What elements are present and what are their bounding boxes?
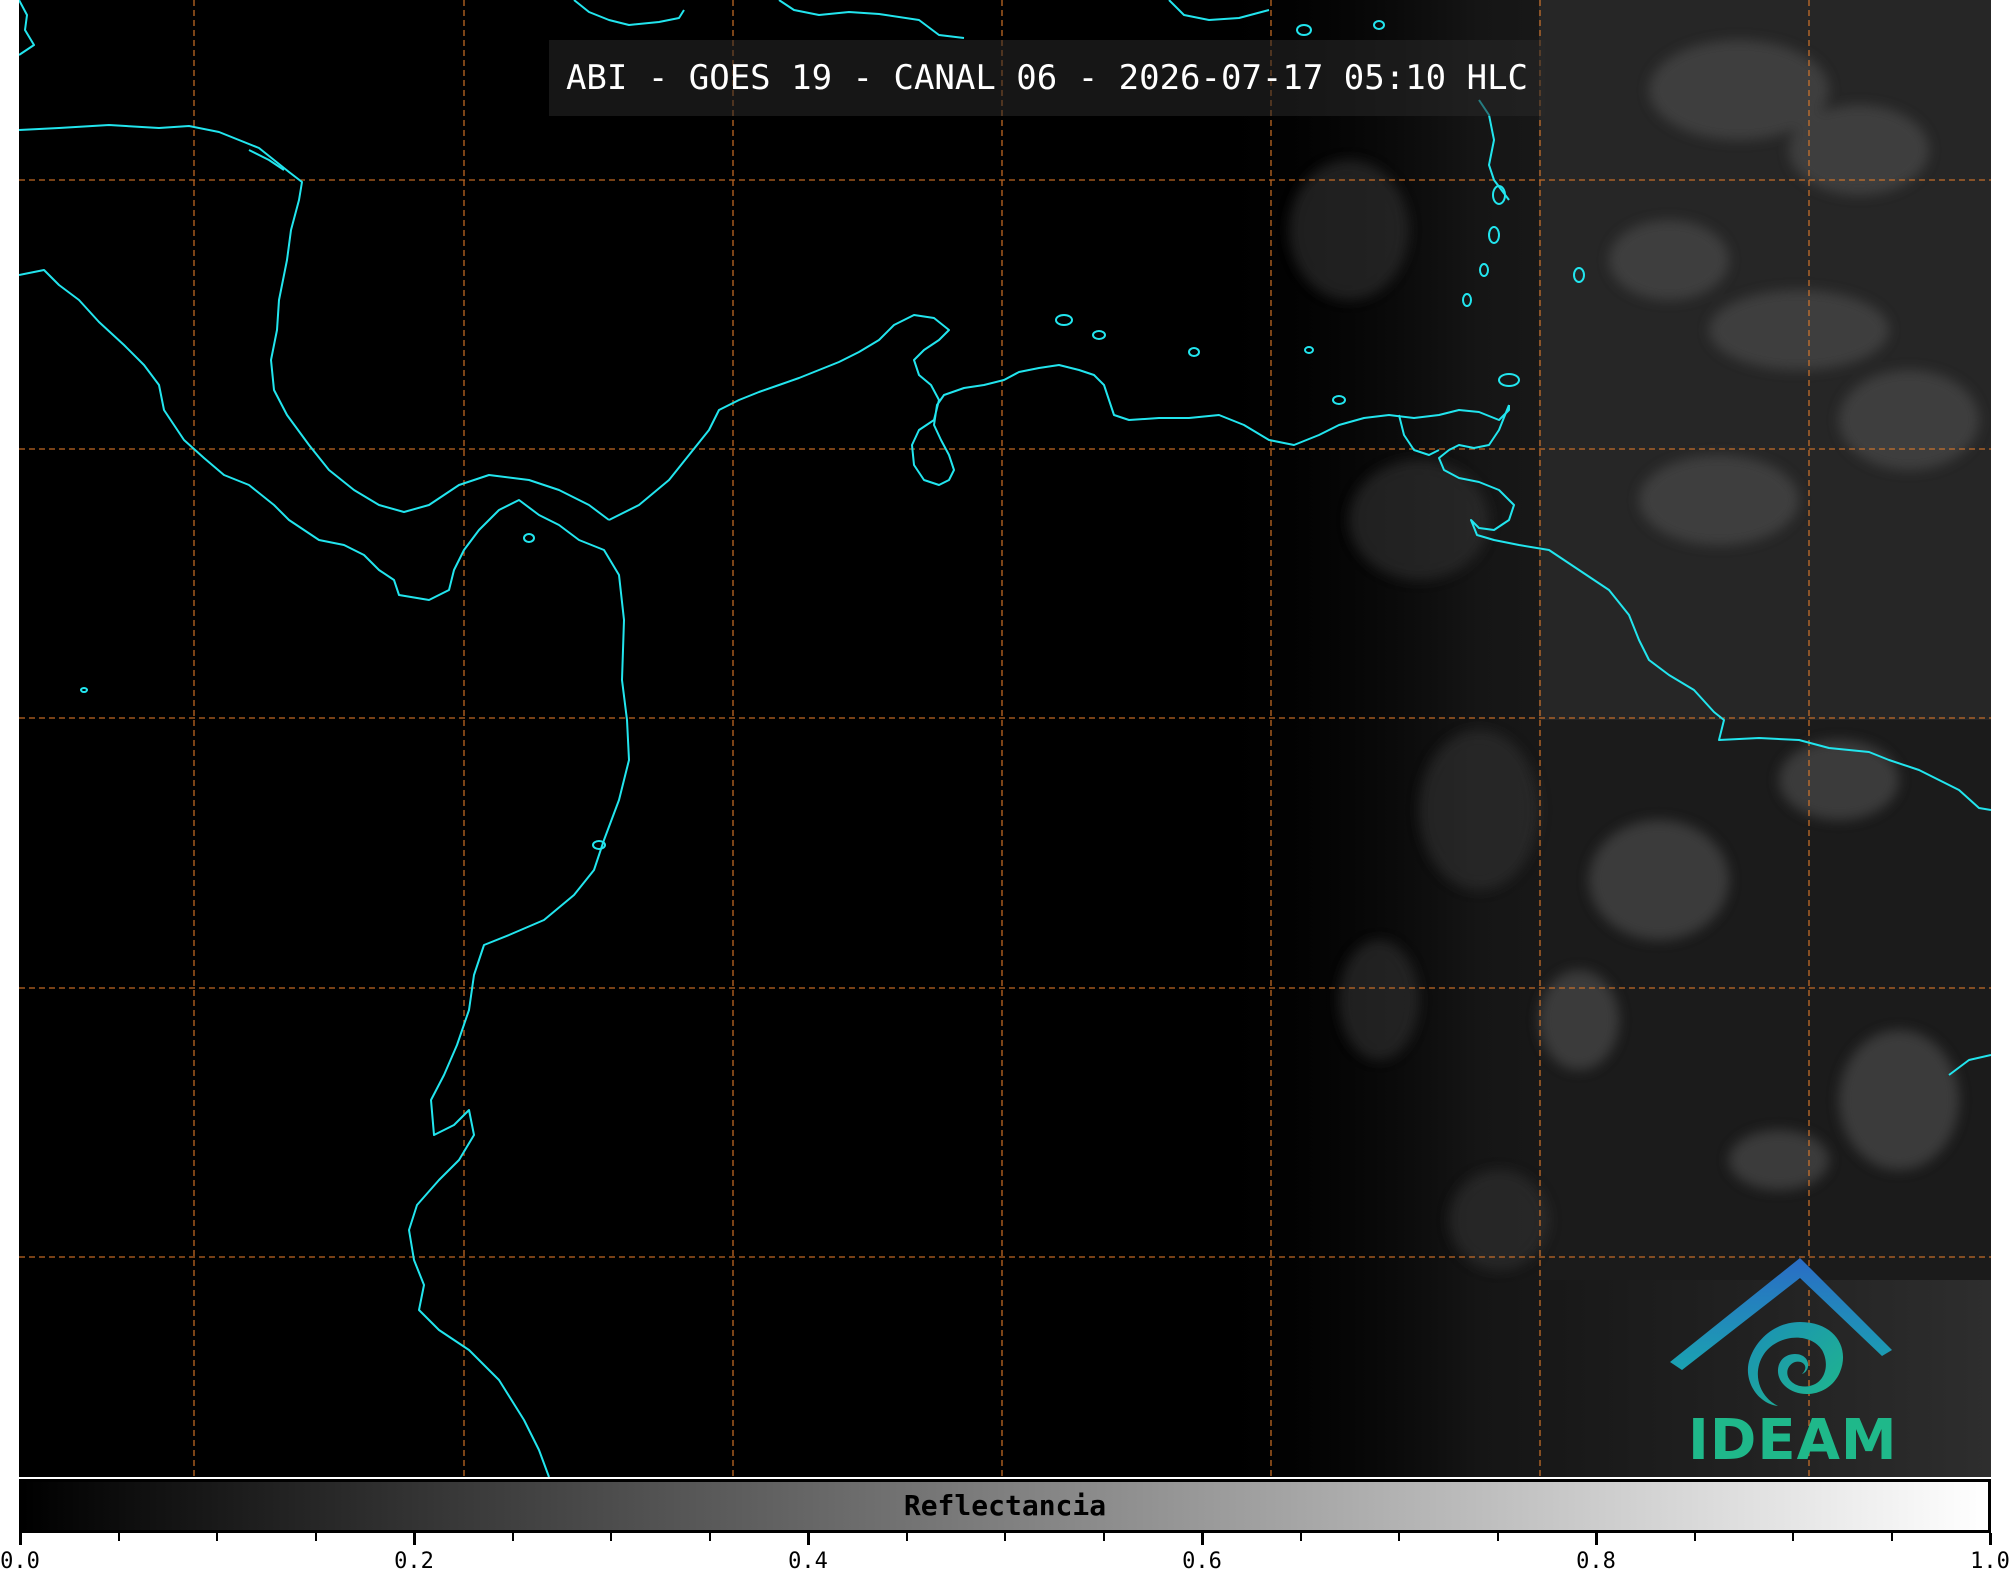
colorbar-minor-tick	[216, 1533, 218, 1541]
colorbar-tick-label: 0.0	[0, 1549, 40, 1574]
colorbar-minor-tick	[708, 1533, 711, 1541]
colorbar-major-tick	[18, 1533, 22, 1545]
colorbar-minor-tick	[1102, 1533, 1105, 1541]
colorbar-tick-label: 0.6	[1182, 1549, 1222, 1574]
colorbar-minor-tick	[1792, 1533, 1794, 1541]
colorbar-tick-label: 0.8	[1576, 1549, 1616, 1574]
colorbar-ticks: 0.0 0.2 0.4 0.6 0.8 1.0	[0, 1533, 2011, 1577]
colorbar-major-tick	[1200, 1533, 1204, 1545]
colorbar-minor-tick	[1299, 1533, 1302, 1541]
colorbar-tick-label: 0.4	[788, 1549, 828, 1574]
colorbar-major-tick	[1594, 1533, 1598, 1545]
reflectance-colorbar: Reflectancia	[19, 1479, 1991, 1533]
colorbar-minor-tick	[1693, 1533, 1696, 1541]
colorbar-minor-tick	[1004, 1533, 1006, 1541]
colorbar-minor-tick	[1398, 1533, 1400, 1541]
colorbar-major-tick	[412, 1533, 416, 1545]
colorbar-minor-tick	[314, 1533, 317, 1541]
colorbar-minor-tick	[117, 1533, 120, 1541]
colorbar-major-tick	[1988, 1533, 1992, 1545]
colorbar-minor-tick	[905, 1533, 908, 1541]
colorbar-minor-tick	[1890, 1533, 1893, 1541]
colorbar-tick-label: 1.0	[1970, 1549, 2010, 1574]
map-title: ABI - GOES 19 - CANAL 06 - 2026-07-17 05…	[565, 58, 1529, 98]
colorbar-tick-label: 0.2	[394, 1549, 434, 1574]
colorbar-minor-tick	[610, 1533, 612, 1541]
colorbar-major-tick	[806, 1533, 810, 1545]
title-panel: ABI - GOES 19 - CANAL 06 - 2026-07-17 05…	[549, 40, 1545, 116]
colorbar-minor-tick	[511, 1533, 514, 1541]
colorbar-minor-tick	[1496, 1533, 1499, 1541]
ideam-logo-text: IDEAM	[1688, 1408, 1898, 1473]
colorbar-label: Reflectancia	[903, 1489, 1107, 1522]
